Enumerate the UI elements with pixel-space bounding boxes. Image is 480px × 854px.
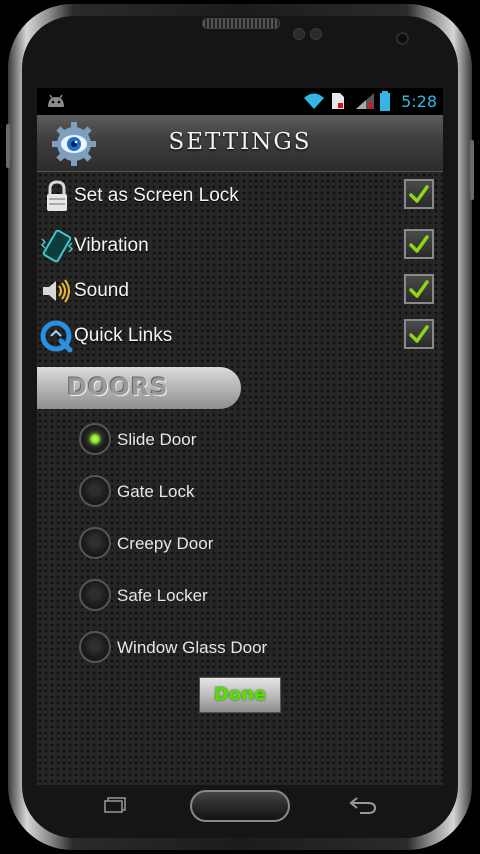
proximity-sensor xyxy=(293,28,305,40)
door-option-label: Slide Door xyxy=(117,430,197,449)
door-option-label: Gate Lock xyxy=(117,482,195,501)
door-option-label: Creepy Door xyxy=(117,534,214,553)
checkmark-icon xyxy=(409,235,429,253)
done-button-label: Done xyxy=(213,684,267,705)
setting-label: Set as Screen Lock xyxy=(74,185,239,206)
setting-label: Quick Links xyxy=(74,325,173,346)
light-sensor xyxy=(310,28,322,40)
radio-button[interactable] xyxy=(79,631,111,663)
sd-card-icon xyxy=(332,93,344,109)
wifi-icon xyxy=(304,93,324,109)
signal-icon xyxy=(356,93,374,109)
app-screen: 5:28 SETTINGS Set as Screen Lock Vibrati… xyxy=(37,88,443,785)
door-option-safe-locker[interactable]: Safe Locker xyxy=(77,577,397,617)
status-bar: 5:28 xyxy=(37,88,443,115)
door-option-label: Window Glass Door xyxy=(117,638,268,657)
status-time: 5:28 xyxy=(401,92,437,111)
door-option-window-glass-door[interactable]: Window Glass Door xyxy=(77,629,397,669)
door-option-label: Safe Locker xyxy=(117,586,208,605)
back-icon[interactable] xyxy=(348,795,378,815)
checkmark-icon xyxy=(409,325,429,343)
battery-icon xyxy=(380,91,390,111)
recent-apps-icon[interactable] xyxy=(103,797,127,813)
radio-button[interactable] xyxy=(79,579,111,611)
setting-label: Sound xyxy=(74,280,129,301)
side-power-button xyxy=(470,140,474,200)
setting-row-quick-links[interactable]: Quick Links xyxy=(37,317,443,357)
checkmark-icon xyxy=(409,280,429,298)
quicklinks-icon xyxy=(40,320,73,353)
radio-button[interactable] xyxy=(79,475,111,507)
radio-dot xyxy=(90,434,100,444)
lock-icon xyxy=(47,180,67,211)
setting-label: Vibration xyxy=(74,235,149,256)
sound-checkbox[interactable] xyxy=(404,274,434,304)
radio-dot xyxy=(90,538,100,548)
quick-links-checkbox[interactable] xyxy=(404,319,434,349)
vibration-icon xyxy=(40,229,74,263)
radio-dot xyxy=(90,590,100,600)
radio-dot xyxy=(90,642,100,652)
speaker-icon xyxy=(43,279,70,303)
page-title: SETTINGS xyxy=(168,129,312,155)
doors-section-label: DOORS xyxy=(67,373,169,401)
setting-row-vibration[interactable]: Vibration xyxy=(37,227,443,267)
door-option-gate-lock[interactable]: Gate Lock xyxy=(77,473,397,513)
door-option-creepy-door[interactable]: Creepy Door xyxy=(77,525,397,565)
side-volume-button xyxy=(6,124,10,168)
settings-header: SETTINGS xyxy=(37,115,443,172)
front-camera xyxy=(396,32,409,45)
radio-dot xyxy=(90,486,100,496)
vibration-checkbox[interactable] xyxy=(404,229,434,259)
radio-button[interactable] xyxy=(79,423,111,455)
setting-row-screen-lock[interactable]: Set as Screen Lock xyxy=(37,177,443,217)
checkmark-icon xyxy=(409,185,429,203)
done-button[interactable]: Done xyxy=(199,677,281,713)
setting-row-sound[interactable]: Sound xyxy=(37,272,443,312)
screen-lock-checkbox[interactable] xyxy=(404,179,434,209)
doors-section-header: DOORS xyxy=(37,367,241,409)
door-option-slide-door[interactable]: Slide Door xyxy=(77,421,397,461)
android-notification-icon xyxy=(48,94,64,107)
radio-button[interactable] xyxy=(79,527,111,559)
earpiece-speaker xyxy=(202,18,280,29)
home-button[interactable] xyxy=(190,790,290,822)
